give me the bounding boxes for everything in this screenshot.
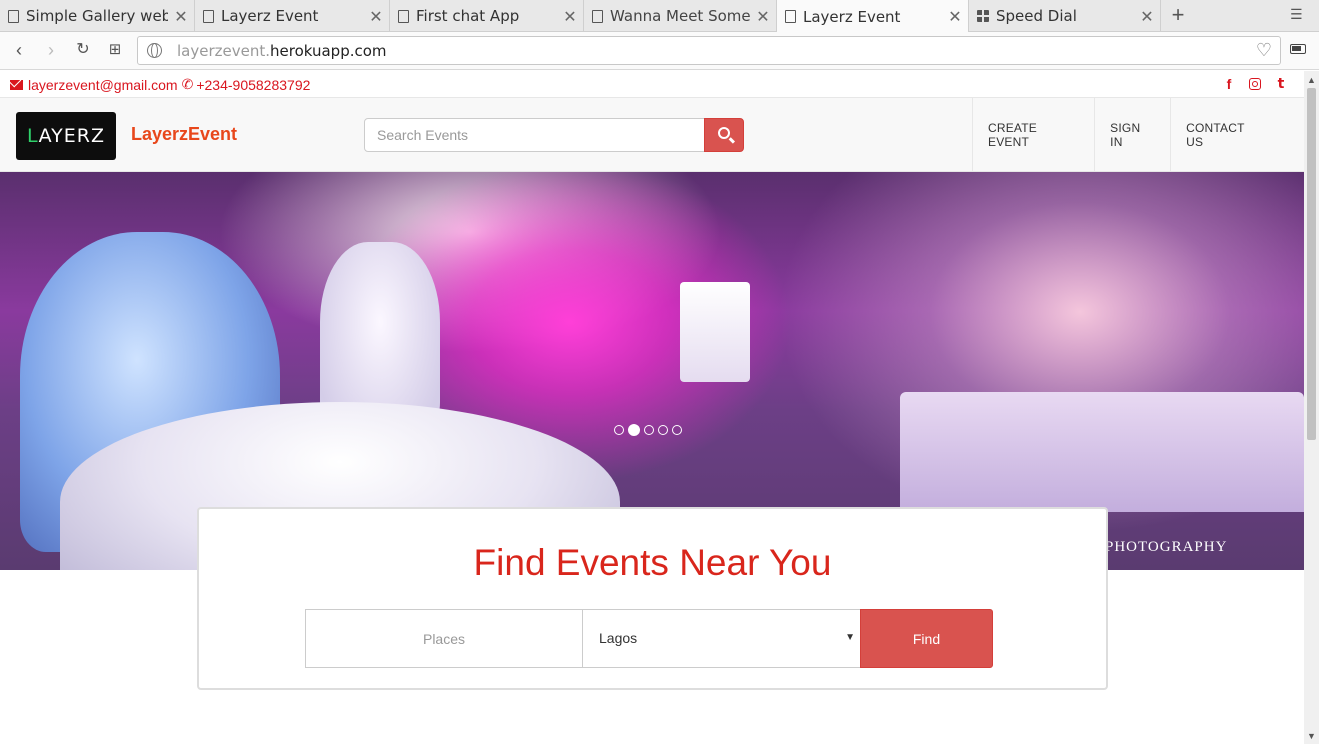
close-icon[interactable]: ✕ (363, 7, 389, 26)
scrollbar-thumb[interactable] (1307, 88, 1316, 440)
tab-title: Wanna Meet Someo (610, 7, 750, 25)
url-text[interactable]: layerzevent.herokuapp.com (177, 42, 387, 60)
tab-title: Speed Dial (996, 7, 1077, 25)
tab-title: Simple Gallery websi (26, 7, 168, 25)
carousel-dot[interactable] (644, 425, 654, 435)
search-button[interactable] (704, 118, 744, 152)
instagram-icon[interactable] (1249, 78, 1261, 90)
main-nav: CREATE EVENT SIGN IN CONTACT US (972, 98, 1304, 171)
find-button[interactable]: Find (860, 609, 993, 668)
battery-icon (1290, 44, 1306, 54)
page-icon (785, 10, 796, 23)
twitter-icon[interactable]: t (1274, 76, 1288, 92)
dropdown-caret-icon: ▼ (845, 632, 855, 643)
browser-tab-4[interactable]: Wanna Meet Someo ✕ (584, 0, 777, 32)
address-bar[interactable]: layerzevent.herokuapp.com ♡ (137, 36, 1281, 65)
phone-number[interactable]: +234-9058283792 (196, 77, 310, 93)
reload-icon[interactable]: ↻ (72, 40, 94, 60)
url-domain: herokuapp.com (270, 42, 387, 60)
tab-title: Layerz Event (803, 7, 901, 26)
search-events-input[interactable] (364, 118, 705, 152)
scroll-down-icon[interactable]: ▼ (1307, 731, 1316, 741)
phone-icon: ✆ (181, 76, 194, 92)
tab-menu-icon[interactable]: ☰ (1290, 6, 1303, 23)
browser-tab-5-active[interactable]: Layerz Event ✕ (777, 0, 969, 33)
search-icon (718, 127, 730, 139)
tab-title: First chat App (416, 7, 520, 25)
browser-tab-2[interactable]: Layerz Event ✕ (195, 0, 390, 32)
browser-nav-bar: ‹ › ↻ ⊞ layerzevent.herokuapp.com ♡ (0, 32, 1319, 70)
carousel-dot[interactable] (614, 425, 624, 435)
page-icon (8, 9, 19, 23)
find-events-panel: Find Events Near You Lagos ▼ Find (197, 507, 1108, 690)
tab-title: Layerz Event (221, 7, 319, 25)
carousel-indicators (614, 424, 682, 436)
close-icon[interactable]: ✕ (557, 7, 583, 26)
close-icon[interactable]: ✕ (750, 7, 776, 26)
speed-dial-icon (977, 10, 989, 22)
hero-image-cake (680, 282, 750, 382)
contact-info: layerzevent@gmail.com ✆ +234-9058283792 (10, 76, 310, 93)
close-icon[interactable]: ✕ (168, 7, 194, 26)
nav-sign-in[interactable]: SIGN IN (1094, 98, 1170, 171)
site-header: LAYERZ LayerzEvent CREATE EVENT SIGN IN … (0, 97, 1304, 172)
page-icon (592, 9, 603, 23)
nav-create-event[interactable]: CREATE EVENT (972, 98, 1094, 171)
browser-tab-bar: Simple Gallery websi ✕ Layerz Event ✕ Fi… (0, 0, 1319, 33)
contact-bar: layerzevent@gmail.com ✆ +234-9058283792 … (0, 71, 1304, 97)
page-icon (398, 9, 409, 23)
carousel-dot[interactable] (658, 425, 668, 435)
logo-text: AYERZ (38, 125, 105, 147)
browser-tab-1[interactable]: Simple Gallery websi ✕ (0, 0, 195, 32)
find-events-heading: Find Events Near You (473, 542, 832, 583)
close-icon[interactable]: ✕ (1134, 7, 1160, 26)
close-icon[interactable]: ✕ (942, 7, 968, 26)
browser-tab-3[interactable]: First chat App ✕ (390, 0, 584, 32)
facebook-icon[interactable]: f (1222, 76, 1236, 92)
carousel-dot-active[interactable] (628, 424, 640, 436)
url-subdomain: layerzevent. (177, 42, 270, 60)
back-icon[interactable]: ‹ (8, 40, 30, 60)
web-page: layerzevent@gmail.com ✆ +234-9058283792 … (0, 71, 1304, 744)
carousel-dot[interactable] (672, 425, 682, 435)
globe-icon (147, 43, 162, 58)
envelope-icon (10, 79, 23, 90)
page-icon (203, 9, 214, 23)
site-logo[interactable]: L AYERZ (16, 112, 116, 160)
nav-contact-us[interactable]: CONTACT US (1170, 98, 1304, 171)
photo-watermark: PHOTOGRAPHY (1105, 539, 1228, 555)
browser-tab-6[interactable]: Speed Dial ✕ (969, 0, 1161, 32)
scroll-up-icon[interactable]: ▲ (1307, 75, 1316, 85)
brand-name[interactable]: LayerzEvent (131, 124, 237, 145)
city-select[interactable]: Lagos ▼ (582, 609, 861, 668)
logo-letter: L (27, 125, 39, 147)
social-links: f t (1222, 76, 1288, 92)
city-selected-value: Lagos (599, 630, 638, 646)
bookmark-heart-icon[interactable]: ♡ (1256, 40, 1272, 61)
places-input[interactable] (305, 609, 583, 668)
email-link[interactable]: layerzevent@gmail.com (28, 77, 178, 93)
hero-image-table (900, 392, 1304, 512)
forward-icon[interactable]: › (40, 40, 62, 60)
page-scrollbar[interactable]: ▲ ▼ (1304, 71, 1319, 744)
tiles-icon[interactable]: ⊞ (104, 40, 126, 60)
new-tab-icon[interactable]: + (1166, 4, 1190, 26)
